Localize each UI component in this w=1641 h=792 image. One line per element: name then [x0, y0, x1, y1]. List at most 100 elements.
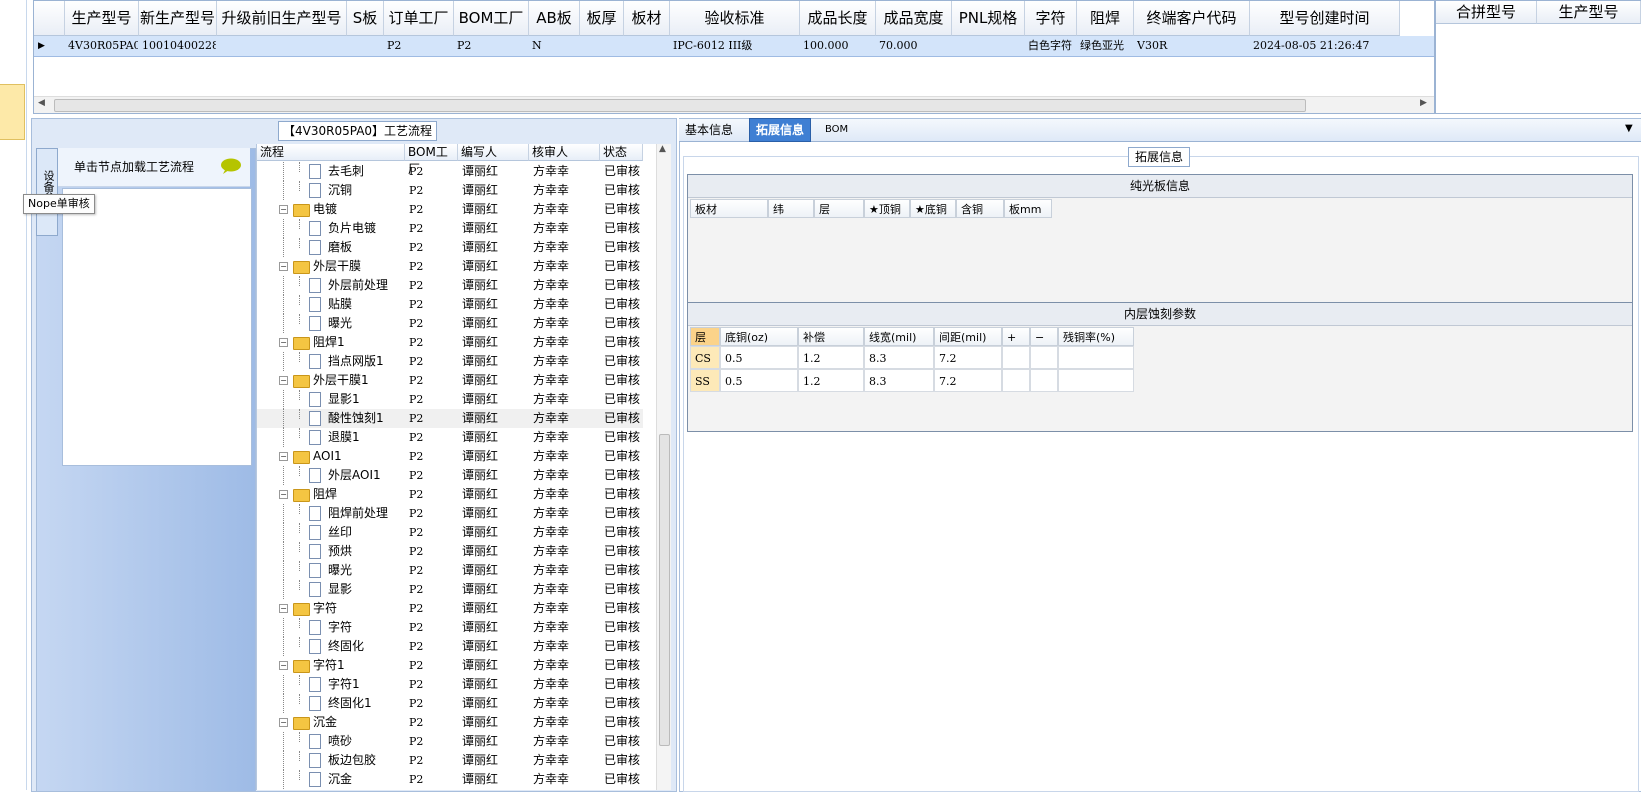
etch-cell[interactable]: 8.3 [864, 369, 934, 392]
grid-col-header[interactable]: 新生产型号 [139, 1, 217, 36]
tree-row[interactable]: 板边包胶 P2 谭丽红 方幸幸 已审核 [257, 751, 643, 770]
merge-model-grid[interactable]: 合拼型号 生产型号 [1435, 0, 1641, 114]
scroll-left-icon[interactable]: ◀ [38, 98, 45, 108]
tree-row[interactable]: 曝光 P2 谭丽红 方幸幸 已审核 [257, 314, 643, 333]
grid-col-header[interactable]: 成品长度 [800, 1, 876, 36]
etch-col-header[interactable]: + [1002, 327, 1030, 346]
tree-row[interactable]: − 外层干膜1 P2 谭丽红 方幸幸 已审核 [257, 371, 643, 390]
model-grid[interactable]: 生产型号 新生产型号 升级前旧生产型号 S板 订单工厂 BOM工厂 AB板 板厚 板材 验收标准成… [33, 0, 1435, 114]
tree-row[interactable]: − 字符 P2 谭丽红 方幸幸 已审核 [257, 599, 643, 618]
grid-cell[interactable]: 2024-08-05 21:26:47 [1253, 36, 1399, 56]
collapse-icon[interactable]: − [279, 452, 288, 461]
grid-cell[interactable]: P2 [457, 36, 528, 56]
tree-row[interactable]: 喷砂 P2 谭丽红 方幸幸 已审核 [257, 732, 643, 751]
etch-col-header[interactable]: 补偿 [798, 327, 864, 346]
etch-col-header[interactable]: 残铜率(%) [1058, 327, 1134, 346]
pure-board-col-header[interactable]: ★顶铜 [864, 199, 910, 218]
collapse-icon[interactable]: − [279, 262, 288, 271]
etch-cell[interactable] [1058, 369, 1134, 392]
grid-col-header[interactable]: S板 [347, 1, 384, 36]
grid-cell[interactable] [220, 36, 346, 56]
grid-col-header[interactable]: 型号创建时间 [1250, 1, 1400, 36]
etch-cell[interactable]: 8.3 [864, 346, 934, 369]
etch-cell[interactable] [1030, 346, 1058, 369]
grid-col-header[interactable]: 阻焊 [1077, 1, 1134, 36]
tree-row[interactable]: − 电镀 P2 谭丽红 方幸幸 已审核 [257, 200, 643, 219]
tree-col-header[interactable]: 编写人 [458, 144, 529, 161]
collapse-icon[interactable]: − [279, 718, 288, 727]
grid-col-header[interactable]: PNL规格 [952, 1, 1025, 36]
grid-cell[interactable]: P2 [387, 36, 453, 56]
grid-cell[interactable]: 70.000 [879, 36, 951, 56]
etch-cell[interactable] [1002, 346, 1030, 369]
grid-cell[interactable]: 4V30R05PA0 [68, 36, 138, 56]
tree-row[interactable]: 外层前处理 P2 谭丽红 方幸幸 已审核 [257, 276, 643, 295]
etch-cell[interactable]: SS [690, 369, 720, 392]
etch-cell[interactable]: 1.2 [798, 369, 864, 392]
scroll-up-icon[interactable]: ▲ [659, 144, 666, 154]
tree-row[interactable]: 去毛刺 P2 谭丽红 方幸幸 已审核 [257, 162, 643, 181]
etch-cell[interactable]: 0.5 [720, 346, 798, 369]
grid-col-header[interactable]: 板材 [624, 1, 670, 36]
process-tree[interactable]: 流程 BOM工厂 编写人 核审人 状态 去毛刺 P2 谭丽红 方幸幸 已审核 沉铜 P2 谭丽… [256, 144, 657, 790]
grid-cell[interactable]: 绿色亚光 [1080, 36, 1133, 56]
collapse-icon[interactable]: − [279, 338, 288, 347]
etch-cell[interactable] [1058, 346, 1134, 369]
tree-row[interactable]: − 阻焊1 P2 谭丽红 方幸幸 已审核 [257, 333, 643, 352]
etch-cell[interactable] [1030, 369, 1058, 392]
etch-col-header[interactable]: − [1030, 327, 1058, 346]
grid-cell[interactable]: 白色字符 [1028, 36, 1076, 56]
grid-cell[interactable]: 100.000 [803, 36, 875, 56]
grid-cell[interactable]: 10010400228437 [142, 36, 216, 56]
tree-row[interactable]: 终固化1 P2 谭丽红 方幸幸 已审核 [257, 694, 643, 713]
etch-cell[interactable] [1002, 369, 1030, 392]
grid-col-header[interactable]: 生产型号 [65, 1, 139, 36]
etch-col-header[interactable]: 底铜(oz) [720, 327, 798, 346]
tree-row[interactable]: 磨板 P2 谭丽红 方幸幸 已审核 [257, 238, 643, 257]
grid-col-header[interactable]: 终端客户代码 [1134, 1, 1250, 36]
grid-col-header[interactable]: BOM工厂 [454, 1, 529, 36]
tree-row[interactable]: 负片电镀 P2 谭丽红 方幸幸 已审核 [257, 219, 643, 238]
etch-cell[interactable]: 1.2 [798, 346, 864, 369]
etch-col-header[interactable]: 间距(mil) [934, 327, 1002, 346]
tree-row[interactable]: − 阻焊 P2 谭丽红 方幸幸 已审核 [257, 485, 643, 504]
left-edge-tab[interactable] [0, 84, 25, 140]
tree-col-header[interactable]: 状态 [600, 144, 643, 161]
tree-row[interactable]: − 字符1 P2 谭丽红 方幸幸 已审核 [257, 656, 643, 675]
tree-row[interactable]: 丝印 P2 谭丽红 方幸幸 已审核 [257, 523, 643, 542]
tree-col-header[interactable]: 核审人 [529, 144, 600, 161]
tab-basic-info[interactable]: 基本信息 [679, 119, 739, 141]
pure-board-col-header[interactable]: 层 [814, 199, 864, 218]
collapse-icon[interactable]: − [279, 205, 288, 214]
tree-col-header[interactable]: 流程 [257, 144, 405, 161]
tree-row[interactable]: 沉金 P2 谭丽红 方幸幸 已审核 [257, 770, 643, 789]
grid-col-header[interactable]: 验收标准 [670, 1, 800, 36]
etch-cell[interactable]: 7.2 [934, 346, 1002, 369]
etch-cell[interactable]: CS [690, 346, 720, 369]
tree-scroll-thumb[interactable] [659, 434, 670, 746]
grid-cell[interactable] [350, 36, 383, 56]
tree-row[interactable]: 终固化 P2 谭丽红 方幸幸 已审核 [257, 637, 643, 656]
pure-board-col-header[interactable]: ★底铜 [910, 199, 956, 218]
pure-board-col-header[interactable]: 板mm [1004, 199, 1052, 218]
etch-cell[interactable]: 0.5 [720, 369, 798, 392]
grid-col-header[interactable]: 板厚 [580, 1, 624, 36]
tree-row[interactable]: 阻焊前处理 P2 谭丽红 方幸幸 已审核 [257, 504, 643, 523]
merge-grid-header[interactable]: 合拼型号 [1436, 1, 1537, 24]
grid-cell[interactable] [583, 36, 623, 56]
grid-cell[interactable] [955, 36, 1024, 56]
merge-grid-header[interactable]: 生产型号 [1537, 1, 1641, 24]
etch-cell[interactable]: 7.2 [934, 369, 1002, 392]
grid-cell[interactable]: IPC-6012 III级 [673, 36, 799, 56]
tree-row[interactable]: 曝光 P2 谭丽红 方幸幸 已审核 [257, 561, 643, 580]
tree-row[interactable]: 字符 P2 谭丽红 方幸幸 已审核 [257, 618, 643, 637]
tree-row[interactable]: 沉铜 P2 谭丽红 方幸幸 已审核 [257, 181, 643, 200]
etch-col-header[interactable]: 线宽(mil) [864, 327, 934, 346]
tree-row[interactable]: 贴膜 P2 谭丽红 方幸幸 已审核 [257, 295, 643, 314]
pure-board-col-header[interactable]: 板材 [690, 199, 768, 218]
tree-row[interactable]: − AOI1 P2 谭丽红 方幸幸 已审核 [257, 447, 643, 466]
collapse-icon[interactable]: − [279, 376, 288, 385]
scroll-right-icon[interactable]: ▶ [1420, 98, 1427, 108]
tree-row[interactable]: 显影 P2 谭丽红 方幸幸 已审核 [257, 580, 643, 599]
tree-row[interactable]: 酸性蚀刻1 P2 谭丽红 方幸幸 已审核 [257, 409, 643, 428]
